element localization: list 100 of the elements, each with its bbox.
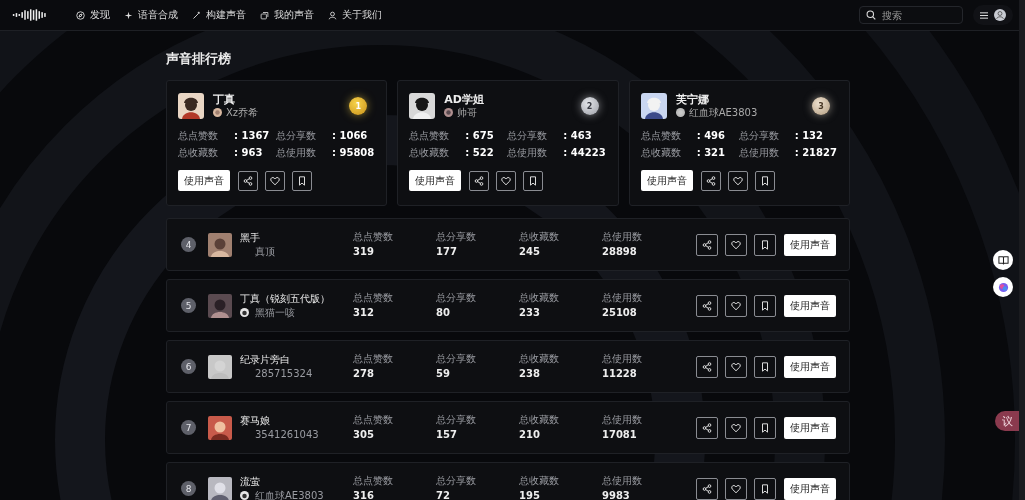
- rank-number: 5: [181, 298, 196, 313]
- voice-name: AD学姐: [444, 93, 485, 106]
- bookmark-button[interactable]: [754, 170, 775, 191]
- stat-value: 59: [436, 368, 451, 380]
- use-voice-button[interactable]: 使用声音: [784, 416, 836, 439]
- stat-value: 17081: [602, 429, 638, 441]
- waveform-logo-icon[interactable]: [10, 8, 48, 22]
- bookmark-button[interactable]: [754, 355, 776, 378]
- share-icon: [702, 361, 712, 372]
- like-button[interactable]: [725, 294, 747, 317]
- compass-icon: [76, 10, 85, 20]
- stat-value: 195: [519, 490, 541, 500]
- stat-value: 233: [519, 307, 541, 319]
- stat-value: 28898: [602, 246, 638, 258]
- use-voice-button[interactable]: 使用声音: [784, 233, 836, 256]
- stat-value: : 963: [234, 147, 264, 159]
- rank-number: 8: [181, 481, 196, 496]
- bookmark-button[interactable]: [292, 170, 312, 191]
- stat-label: 总点赞数: [409, 130, 451, 142]
- like-button[interactable]: [725, 477, 747, 500]
- stat-value: 245: [519, 246, 541, 258]
- stat-value: : 463: [563, 130, 593, 142]
- cards-icon: [260, 10, 269, 20]
- like-button[interactable]: [725, 355, 747, 378]
- share-button[interactable]: [469, 170, 490, 191]
- voice-name: 黑手: [240, 231, 261, 244]
- use-voice-button[interactable]: 使用声音: [640, 170, 693, 191]
- bookmark-icon: [760, 239, 770, 250]
- stat-label: 总分享数: [436, 475, 477, 487]
- stat-value: : 675: [465, 130, 495, 142]
- heart-icon: [731, 361, 741, 372]
- uploader-avatar-icon: [675, 108, 685, 117]
- search-field[interactable]: 搜索: [859, 6, 963, 24]
- stat-label: 总分享数: [276, 130, 317, 142]
- account-menu[interactable]: [973, 5, 1013, 25]
- bookmark-button[interactable]: [754, 477, 776, 500]
- rank-medal: 3: [812, 97, 830, 115]
- stat-label: 总使用数: [602, 414, 643, 426]
- stat-value: : 522: [465, 147, 495, 159]
- share-button[interactable]: [696, 294, 718, 317]
- uploader-name: 3541261043: [255, 428, 319, 441]
- rank-medal: 1: [349, 97, 368, 115]
- share-button[interactable]: [696, 477, 718, 500]
- use-voice-button[interactable]: 使用声音: [784, 477, 836, 500]
- heart-icon: [732, 175, 743, 186]
- uploader-name: 红血球AE3803: [688, 106, 758, 119]
- nav-link[interactable]: 关于我们: [328, 8, 382, 22]
- use-voice-button[interactable]: 使用声音: [784, 355, 836, 378]
- stat-value: : 21827: [794, 147, 838, 159]
- like-button[interactable]: [725, 416, 747, 439]
- share-button[interactable]: [700, 170, 721, 191]
- share-button[interactable]: [696, 416, 718, 439]
- stat-value: : 132: [794, 130, 824, 142]
- nav-link[interactable]: 我的声音: [260, 8, 314, 22]
- use-voice-button[interactable]: 使用声音: [409, 170, 462, 191]
- stat-label: 总收藏数: [519, 231, 560, 243]
- assistant-button[interactable]: [993, 277, 1013, 297]
- stat-value: 319: [353, 246, 375, 258]
- nav-link[interactable]: 构建声音: [192, 8, 246, 22]
- nav-link[interactable]: 发现: [76, 8, 110, 22]
- bookmark-button[interactable]: [754, 416, 776, 439]
- search-input[interactable]: 搜索: [882, 9, 952, 21]
- stat-label: 总点赞数: [353, 353, 394, 365]
- bookmark-icon: [297, 175, 307, 186]
- share-button[interactable]: [696, 355, 718, 378]
- feedback-tab[interactable]: 议: [995, 411, 1019, 431]
- heart-icon: [501, 175, 512, 186]
- like-button[interactable]: [265, 170, 285, 191]
- stat-label: 总分享数: [436, 292, 477, 304]
- stat-label: 总收藏数: [409, 147, 451, 159]
- stat-label: 总分享数: [436, 414, 477, 426]
- like-button[interactable]: [725, 233, 747, 256]
- assistant-icon: [997, 281, 1009, 293]
- rank-medal: 2: [580, 97, 599, 115]
- stat-label: 总收藏数: [519, 414, 560, 426]
- stat-value: 316: [353, 490, 375, 500]
- use-voice-button[interactable]: 使用声音: [178, 170, 230, 191]
- bookmark-button[interactable]: [754, 294, 776, 317]
- stat-label: 总分享数: [507, 130, 549, 142]
- share-button[interactable]: [696, 233, 718, 256]
- nav-link[interactable]: 语音合成: [124, 8, 178, 22]
- uploader-name: 285715324: [255, 367, 313, 380]
- stat-label: 总点赞数: [353, 231, 394, 243]
- stat-label: 总使用数: [602, 353, 643, 365]
- stat-label: 总使用数: [602, 475, 643, 487]
- voice-name: 赛马娘: [240, 414, 271, 427]
- stat-value: 210: [519, 429, 541, 441]
- share-button[interactable]: [238, 170, 258, 191]
- bookmark-button[interactable]: [523, 170, 544, 191]
- scrollbar[interactable]: [1019, 0, 1025, 500]
- like-button[interactable]: [727, 170, 748, 191]
- use-voice-button[interactable]: 使用声音: [784, 294, 836, 317]
- heart-icon: [731, 483, 741, 494]
- bookmark-icon: [760, 483, 770, 494]
- stat-label: 总点赞数: [640, 130, 682, 142]
- like-button[interactable]: [496, 170, 517, 191]
- bookmark-button[interactable]: [754, 233, 776, 256]
- share-icon: [474, 175, 485, 186]
- uploader-name: 真顶: [255, 245, 275, 258]
- book-icon: [997, 254, 1009, 266]
